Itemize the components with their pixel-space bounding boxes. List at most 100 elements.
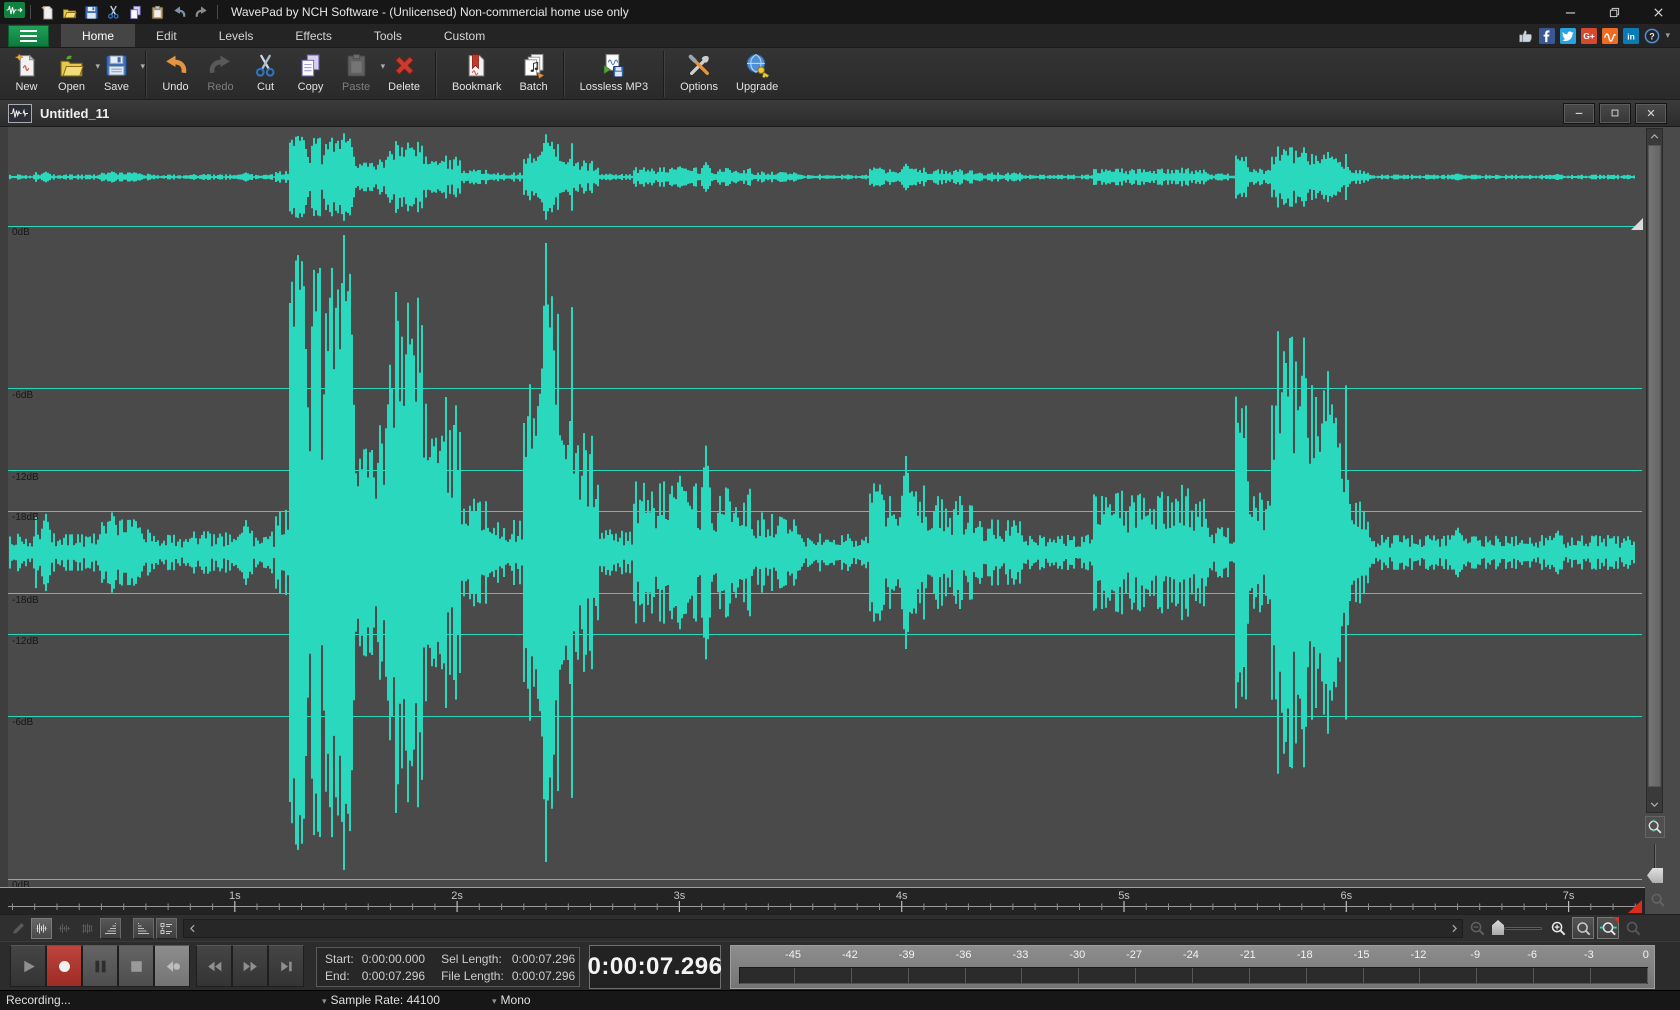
record-restart-button[interactable] [154, 945, 190, 987]
toolbar-options-button[interactable]: Options [671, 50, 727, 98]
toolbar-bookmark-button[interactable]: Bookmark [443, 50, 511, 98]
zoom-slider-handle[interactable] [1492, 920, 1504, 935]
twitter-icon[interactable] [1559, 27, 1576, 44]
channels-selector[interactable]: ▾Mono [492, 993, 531, 1007]
quick-copy-button[interactable] [124, 2, 146, 22]
linkedin-icon[interactable]: in [1622, 27, 1639, 44]
stop-button[interactable] [118, 945, 154, 987]
scroll-down-arrow-icon[interactable] [1647, 797, 1662, 812]
dropdown-caret-icon[interactable]: ▾ [140, 61, 145, 72]
open-icon [58, 51, 85, 80]
meter-tick-label: -42 [842, 949, 858, 961]
tab-edit[interactable]: Edit [135, 24, 198, 47]
social-icons: G+ in? ▾ [1517, 24, 1680, 47]
help-icon[interactable]: ? [1643, 27, 1660, 44]
quick-redo-button[interactable] [190, 2, 212, 22]
toolbar-button-label: Undo [162, 81, 188, 93]
waveform-panel[interactable]: 0dB-6dB-12dB-18dB-18dB-12dB-6dB0dB 1s2s3… [0, 127, 1680, 914]
sel-length-label: Sel Length: [441, 951, 504, 968]
fade-out-tool-button[interactable] [133, 918, 154, 939]
go-to-end-button[interactable] [268, 945, 304, 987]
scroll-up-arrow-icon[interactable] [1647, 129, 1662, 144]
google-plus-icon[interactable]: G+ [1580, 27, 1597, 44]
fast-forward-button[interactable] [232, 945, 268, 987]
main-toolbar: NewOpen▾Save▾UndoRedoCutCopyPaste▾Delete… [0, 48, 1680, 100]
meter-tick-line [1590, 968, 1591, 983]
db-label: -18dB [12, 595, 39, 606]
main-menu-button[interactable] [8, 25, 49, 47]
status-bar: Recording... ▾Sample Rate: 44100 ▾Mono [0, 990, 1680, 1010]
meter-tick-label: -3 [1584, 949, 1594, 961]
tab-home[interactable]: Home [61, 24, 135, 47]
file-length-value: 0:00:07.296 [504, 968, 591, 985]
toolbar-delete-button[interactable]: Delete [379, 50, 429, 98]
wave-edit-tool-button[interactable] [31, 918, 52, 939]
quick-cut-button[interactable] [102, 2, 124, 22]
window-restore-button[interactable] [1592, 0, 1636, 24]
vertical-zoom-slider[interactable] [1645, 842, 1665, 888]
toolbar-open-button[interactable]: Open▾ [49, 50, 94, 98]
toolbar-copy-button[interactable]: Copy [288, 50, 333, 98]
dropdown-caret-icon: ▾ [322, 996, 327, 1006]
document-name: Untitled_11 [40, 106, 109, 121]
thumbs-up-icon[interactable] [1517, 27, 1534, 44]
zoom-in-button[interactable] [1547, 917, 1569, 939]
play-button[interactable] [10, 945, 46, 987]
ruler-label: 6s [1340, 890, 1352, 902]
scroll-right-arrow-icon[interactable] [1446, 920, 1462, 937]
record-button[interactable] [46, 945, 82, 987]
vertical-zoom-slider-handle[interactable] [1647, 868, 1663, 883]
window-minimize-button[interactable] [1548, 0, 1592, 24]
toolbar-cut-button[interactable]: Cut [243, 50, 288, 98]
toolbar-upgrade-button[interactable]: Upgrade [727, 50, 787, 98]
rewind-button[interactable] [196, 945, 232, 987]
toolbar-save-button[interactable]: Save▾ [94, 50, 139, 98]
quick-new-button[interactable] [36, 2, 58, 22]
svg-text:in: in [1627, 31, 1635, 41]
quick-paste-button[interactable] [146, 2, 168, 22]
transport-bar: Start: 0:00:00.000 Sel Length: 0:00:07.2… [0, 941, 1680, 990]
toolbar-new-button[interactable]: New [4, 50, 49, 98]
pause-button[interactable] [82, 945, 118, 987]
document-minimize-button[interactable] [1564, 104, 1594, 123]
vertical-zoom-button[interactable] [1645, 816, 1665, 838]
horizontal-scrollbar[interactable] [183, 919, 1463, 938]
ruler-label: 2s [451, 890, 463, 902]
tab-effects[interactable]: Effects [274, 24, 352, 47]
waveform-display[interactable] [0, 127, 1680, 888]
quick-open-button[interactable] [58, 2, 80, 22]
vertical-scrollbar-thumb[interactable] [1648, 145, 1661, 787]
options-list-tool-button[interactable] [156, 918, 177, 939]
tab-levels[interactable]: Levels [198, 24, 275, 47]
toolbar-separator [563, 51, 565, 97]
overview-waveform [10, 133, 1634, 221]
zoom-full-button[interactable] [1597, 917, 1619, 939]
document-close-button[interactable] [1636, 104, 1666, 123]
toolbar-button-label: Lossless MP3 [580, 81, 648, 93]
quick-save-button[interactable] [80, 2, 102, 22]
tab-tools[interactable]: Tools [353, 24, 423, 47]
db-label: -12dB [12, 472, 39, 483]
help-dropdown-caret-icon[interactable]: ▾ [1665, 30, 1670, 41]
window-close-button[interactable] [1636, 0, 1680, 24]
toolbar-lossless-button[interactable]: Lossless MP3 [571, 50, 657, 98]
fade-in-tool-button[interactable] [100, 918, 121, 939]
meter-tick-line [1249, 968, 1250, 983]
toolbar-undo-button[interactable]: Undo [153, 50, 198, 98]
toolbar-separator [145, 51, 147, 97]
document-maximize-button[interactable] [1600, 104, 1630, 123]
facebook-icon[interactable] [1538, 27, 1555, 44]
zoom-to-selection-button[interactable] [1572, 917, 1594, 939]
timeline-ruler[interactable]: 1s2s3s4s5s6s7s [0, 888, 1645, 914]
scroll-left-arrow-icon[interactable] [184, 920, 200, 937]
toolbar-button-label: Cut [257, 81, 274, 93]
quick-undo-button[interactable] [168, 2, 190, 22]
meter-tick-line [1078, 968, 1079, 983]
nch-icon[interactable] [1601, 27, 1618, 44]
sample-rate-selector[interactable]: ▾Sample Rate: 44100 [322, 993, 440, 1007]
zoom-slider[interactable] [1492, 917, 1544, 939]
tab-custom[interactable]: Custom [423, 24, 506, 47]
toolbar-batch-button[interactable]: Batch [510, 50, 556, 98]
vertical-scrollbar[interactable] [1646, 128, 1663, 813]
sel-length-value: 0:00:07.296 [504, 951, 591, 968]
